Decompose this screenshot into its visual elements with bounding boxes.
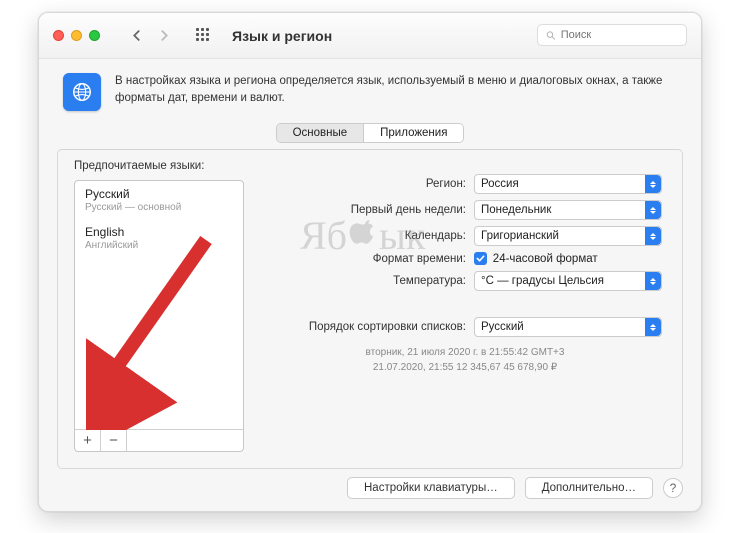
region-settings: Регион: Россия Первый день недели: Понед… <box>268 168 662 375</box>
sort-select[interactable]: Русский <box>474 317 662 337</box>
region-select[interactable]: Россия <box>474 174 662 194</box>
help-button[interactable]: ? <box>663 478 683 498</box>
temperature-select[interactable]: °C — градусы Цельсия <box>474 271 662 291</box>
add-language-button[interactable]: + <box>75 430 101 451</box>
language-list[interactable]: Русский Русский — основной English Англи… <box>74 180 244 452</box>
sort-label: Порядок сортировки списков: <box>268 321 468 333</box>
firstday-label: Первый день недели: <box>268 204 468 216</box>
zoom-window-button[interactable] <box>89 30 100 41</box>
footer: Настройки клавиатуры… Дополнительно… ? <box>347 477 683 499</box>
chevron-updown-icon <box>645 201 661 219</box>
forward-button[interactable] <box>150 24 178 48</box>
window-title: Язык и регион <box>232 28 332 44</box>
firstday-select[interactable]: Понедельник <box>474 200 662 220</box>
chevron-updown-icon <box>645 175 661 193</box>
chevron-updown-icon <box>645 227 661 245</box>
language-list-controls: + − <box>75 429 243 451</box>
search-icon <box>546 30 556 41</box>
timeformat-label: Формат времени: <box>268 253 468 265</box>
region-label: Регион: <box>268 178 468 190</box>
temperature-label: Температура: <box>268 275 468 287</box>
preferences-window: Язык и регион В настройках языка и регио… <box>38 12 702 512</box>
info-section: В настройках языка и региона определяетс… <box>39 59 701 123</box>
window-controls <box>53 30 100 41</box>
keyboard-settings-button[interactable]: Настройки клавиатуры… <box>347 477 515 499</box>
close-window-button[interactable] <box>53 30 64 41</box>
format-sample: вторник, 21 июля 2020 г. в 21:55:42 GMT+… <box>268 345 662 375</box>
list-item[interactable]: Русский Русский — основной <box>75 181 243 219</box>
tab-apps[interactable]: Приложения <box>363 124 463 142</box>
globe-flag-icon <box>63 73 101 111</box>
show-all-icon[interactable] <box>196 28 212 44</box>
language-sub: Английский <box>85 240 233 251</box>
back-button[interactable] <box>122 24 150 48</box>
language-sub: Русский — основной <box>85 202 233 213</box>
minimize-window-button[interactable] <box>71 30 82 41</box>
language-name: Русский <box>85 187 233 201</box>
tab-bar: Основные Приложения <box>39 123 701 143</box>
search-field[interactable] <box>537 24 687 46</box>
settings-group: Предпочитаемые языки: Русский Русский — … <box>57 149 683 469</box>
calendar-select[interactable]: Григорианский <box>474 226 662 246</box>
chevron-updown-icon <box>645 318 661 336</box>
timeformat-checkbox[interactable] <box>474 252 487 265</box>
language-name: English <box>85 225 233 239</box>
remove-language-button[interactable]: − <box>101 430 127 451</box>
calendar-label: Календарь: <box>268 230 468 242</box>
toolbar: Язык и регион <box>39 13 701 59</box>
timeformat-value: 24-часовой формат <box>493 253 662 265</box>
advanced-button[interactable]: Дополнительно… <box>525 477 653 499</box>
chevron-updown-icon <box>645 272 661 290</box>
tab-general[interactable]: Основные <box>277 124 364 142</box>
list-item[interactable]: English Английский <box>75 219 243 257</box>
search-input[interactable] <box>561 29 678 41</box>
info-text: В настройках языка и региона определяетс… <box>115 73 677 106</box>
